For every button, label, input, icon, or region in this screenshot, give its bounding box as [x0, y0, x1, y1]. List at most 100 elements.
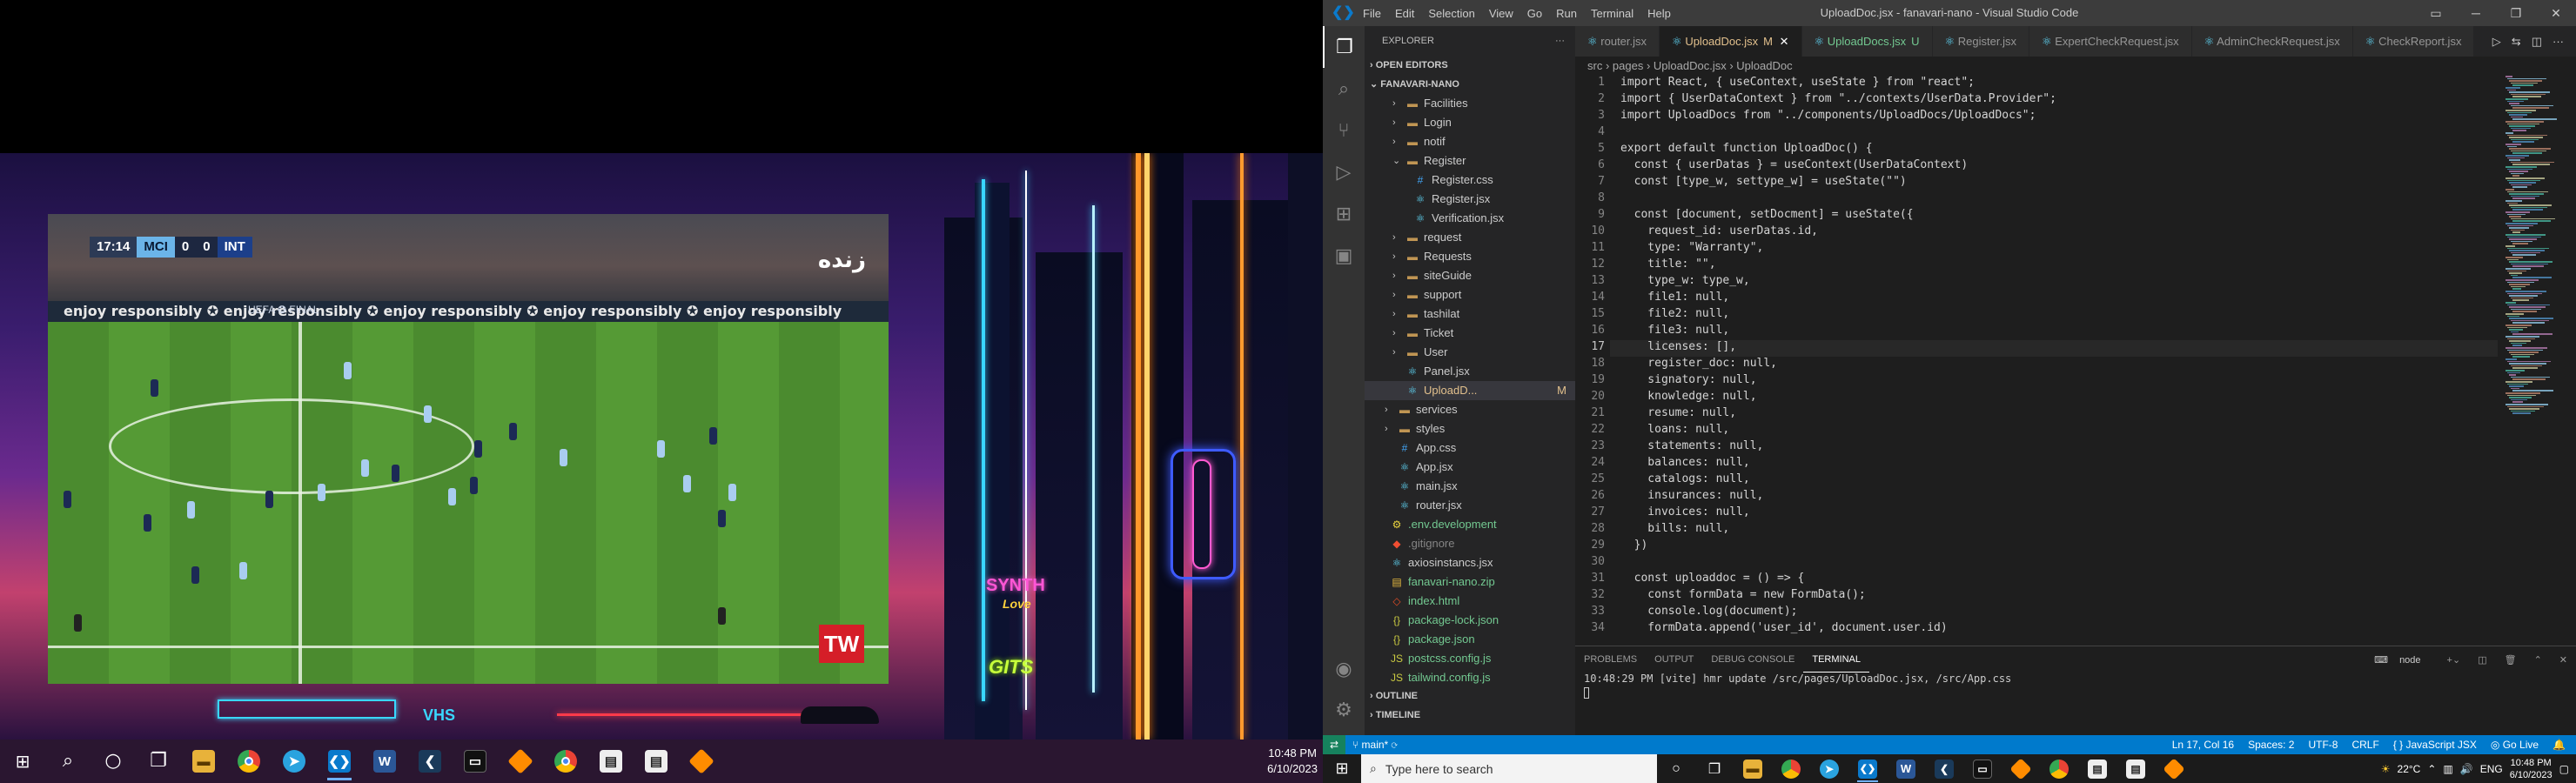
- menu-selection[interactable]: Selection: [1421, 7, 1481, 20]
- outline-section[interactable]: › OUTLINE: [1365, 686, 1575, 706]
- editor-tab[interactable]: ⚛ router.jsx: [1575, 26, 1660, 57]
- temperature[interactable]: 22°C: [2398, 763, 2421, 775]
- maximize-panel-icon[interactable]: ⌃: [2526, 654, 2551, 666]
- remote-indicator-icon[interactable]: ⇄: [1323, 735, 1345, 754]
- tree-item[interactable]: › ▬ request: [1365, 228, 1575, 247]
- chrome-icon[interactable]: [226, 740, 272, 783]
- chrome-icon-2[interactable]: [543, 740, 588, 783]
- windows-start-icon[interactable]: ⊞: [1323, 754, 1361, 783]
- close-panel-icon[interactable]: ✕: [2551, 654, 2576, 666]
- weather-icon[interactable]: ☀: [2381, 763, 2391, 775]
- notification-center-icon[interactable]: ▢: [2559, 763, 2569, 775]
- taskbar-search[interactable]: ⌕ Type here to search: [1361, 754, 1657, 783]
- tree-item[interactable]: # App.css: [1365, 438, 1575, 458]
- tree-item[interactable]: › ▬ support: [1365, 285, 1575, 304]
- menu-help[interactable]: Help: [1640, 7, 1678, 20]
- indentation[interactable]: Spaces: 2: [2248, 735, 2294, 754]
- open-editors-section[interactable]: › OPEN EDITORS: [1365, 56, 1575, 75]
- tree-item[interactable]: › ▬ notif: [1365, 132, 1575, 151]
- settings-gear-icon[interactable]: ⚙: [1323, 689, 1365, 731]
- split-editor-icon[interactable]: ◫: [2526, 35, 2547, 49]
- task-view-icon[interactable]: ❐: [1695, 754, 1734, 783]
- go-live[interactable]: ◎ Go Live: [2491, 735, 2539, 754]
- account-icon[interactable]: ◉: [1323, 648, 1365, 690]
- remote-explorer-icon[interactable]: ▣: [1323, 235, 1365, 277]
- sublime-icon[interactable]: ❮: [1925, 754, 1963, 783]
- explorer-icon[interactable]: ❐: [1323, 26, 1365, 68]
- terminal-name[interactable]: ⌨ node: [2365, 654, 2438, 666]
- breadcrumb-pages[interactable]: pages: [1613, 59, 1643, 72]
- tree-item[interactable]: ⚛ Panel.jsx: [1365, 362, 1575, 381]
- run-debug-icon[interactable]: ▷: [1323, 151, 1365, 193]
- terminal-output[interactable]: 10:48:29 PM [vite] hmr update /src/pages…: [1575, 673, 2576, 699]
- editor-tab[interactable]: ⚛ CheckReport.jsx: [2352, 26, 2475, 57]
- tree-item[interactable]: ⚛ Verification.jsx: [1365, 209, 1575, 228]
- tree-item[interactable]: › ▬ services: [1365, 400, 1575, 419]
- sublime-icon-3[interactable]: [2155, 754, 2193, 783]
- breadcrumb-src[interactable]: src: [1587, 59, 1602, 72]
- editor-tab[interactable]: ⚛ AdminCheckRequest.jsx: [2191, 26, 2353, 57]
- menu-file[interactable]: File: [1356, 7, 1388, 20]
- menu-run[interactable]: Run: [1549, 7, 1584, 20]
- search-icon[interactable]: ⌕: [1323, 68, 1365, 110]
- tree-item[interactable]: # Register.css: [1365, 171, 1575, 190]
- close-icon[interactable]: ✕: [2536, 0, 2576, 26]
- sublime-icon-2[interactable]: [498, 740, 543, 783]
- line-ending[interactable]: CRLF: [2351, 735, 2378, 754]
- maximize-icon[interactable]: ❐: [2496, 0, 2536, 26]
- vscode-icon[interactable]: ❮❯: [317, 740, 362, 783]
- tab-problems[interactable]: PROBLEMS: [1575, 654, 1646, 665]
- chrome-icon[interactable]: [1772, 754, 1810, 783]
- tree-item[interactable]: › ▬ User: [1365, 343, 1575, 362]
- tree-item[interactable]: › ▬ tashilat: [1365, 304, 1575, 324]
- menu-view[interactable]: View: [1482, 7, 1520, 20]
- tray-chevron-icon[interactable]: ⌃: [2427, 763, 2436, 775]
- tree-item[interactable]: › ▬ Login: [1365, 113, 1575, 132]
- tree-item[interactable]: › ▬ siteGuide: [1365, 266, 1575, 285]
- windows-start-icon[interactable]: ⊞: [0, 740, 45, 783]
- editor-tab[interactable]: ⚛ UploadDoc.jsx M ✕: [1660, 26, 1802, 57]
- kill-terminal-icon[interactable]: 🗑: [2496, 654, 2526, 666]
- network-icon[interactable]: ▥: [2443, 763, 2452, 775]
- telegram-icon[interactable]: ➤: [272, 740, 317, 783]
- notepad-icon-2[interactable]: ▤: [2116, 754, 2155, 783]
- left-clock[interactable]: 10:48 PM 6/10/2023: [1267, 740, 1318, 783]
- tree-item[interactable]: {} package-lock.json: [1365, 611, 1575, 630]
- more-icon[interactable]: ···: [2547, 35, 2569, 48]
- tree-item[interactable]: ⚛ UploadD... M: [1365, 381, 1575, 400]
- minimap[interactable]: [2502, 76, 2572, 632]
- right-clock[interactable]: 10:48 PM 6/10/2023: [2510, 757, 2553, 781]
- word-icon[interactable]: W: [1887, 754, 1925, 783]
- new-terminal-icon[interactable]: +⌄: [2438, 654, 2470, 666]
- task-view-icon[interactable]: ❐: [136, 740, 181, 783]
- tree-item[interactable]: JS tailwind.config.js: [1365, 668, 1575, 687]
- sublime-icon[interactable]: ❮: [407, 740, 453, 783]
- tree-item[interactable]: ⚛ router.jsx: [1365, 496, 1575, 515]
- tree-item[interactable]: ⚛ Register.jsx: [1365, 190, 1575, 209]
- tree-item[interactable]: ◇ index.html: [1365, 592, 1575, 611]
- sublime-icon-2[interactable]: [2002, 754, 2040, 783]
- terminal-icon-2[interactable]: ▤: [588, 740, 634, 783]
- telegram-icon[interactable]: ➤: [1810, 754, 1848, 783]
- notepad-icon-2[interactable]: [679, 740, 724, 783]
- minimize-icon[interactable]: ─: [2456, 0, 2496, 26]
- menu-edit[interactable]: Edit: [1388, 7, 1421, 20]
- source-control-icon[interactable]: ⑂: [1323, 110, 1365, 151]
- chrome-icon-2[interactable]: [2040, 754, 2078, 783]
- tree-item[interactable]: ⚛ axiosinstancs.jsx: [1365, 553, 1575, 572]
- notifications-icon[interactable]: 🔔: [2553, 735, 2566, 754]
- cursor-position[interactable]: Ln 17, Col 16: [2172, 735, 2234, 754]
- tree-item[interactable]: ⚛ main.jsx: [1365, 477, 1575, 496]
- tree-item[interactable]: › ▬ Requests: [1365, 247, 1575, 266]
- menu-go[interactable]: Go: [1520, 7, 1549, 20]
- timeline-section[interactable]: › TIMELINE: [1365, 706, 1575, 725]
- editor-tab[interactable]: ⚛ Register.jsx: [1932, 26, 2029, 57]
- volume-icon[interactable]: 🔊: [2460, 763, 2473, 775]
- run-icon[interactable]: ▷: [2487, 35, 2506, 49]
- tree-item[interactable]: ⌄ ▬ Register: [1365, 151, 1575, 171]
- tree-item[interactable]: ⚙ .env.development: [1365, 515, 1575, 534]
- vscode-icon[interactable]: ❮❯: [1848, 754, 1887, 783]
- project-section[interactable]: ⌄ FANAVARI-NANO: [1365, 75, 1575, 94]
- split-terminal-icon[interactable]: ◫: [2469, 654, 2495, 666]
- tree-item[interactable]: › ▬ styles: [1365, 419, 1575, 438]
